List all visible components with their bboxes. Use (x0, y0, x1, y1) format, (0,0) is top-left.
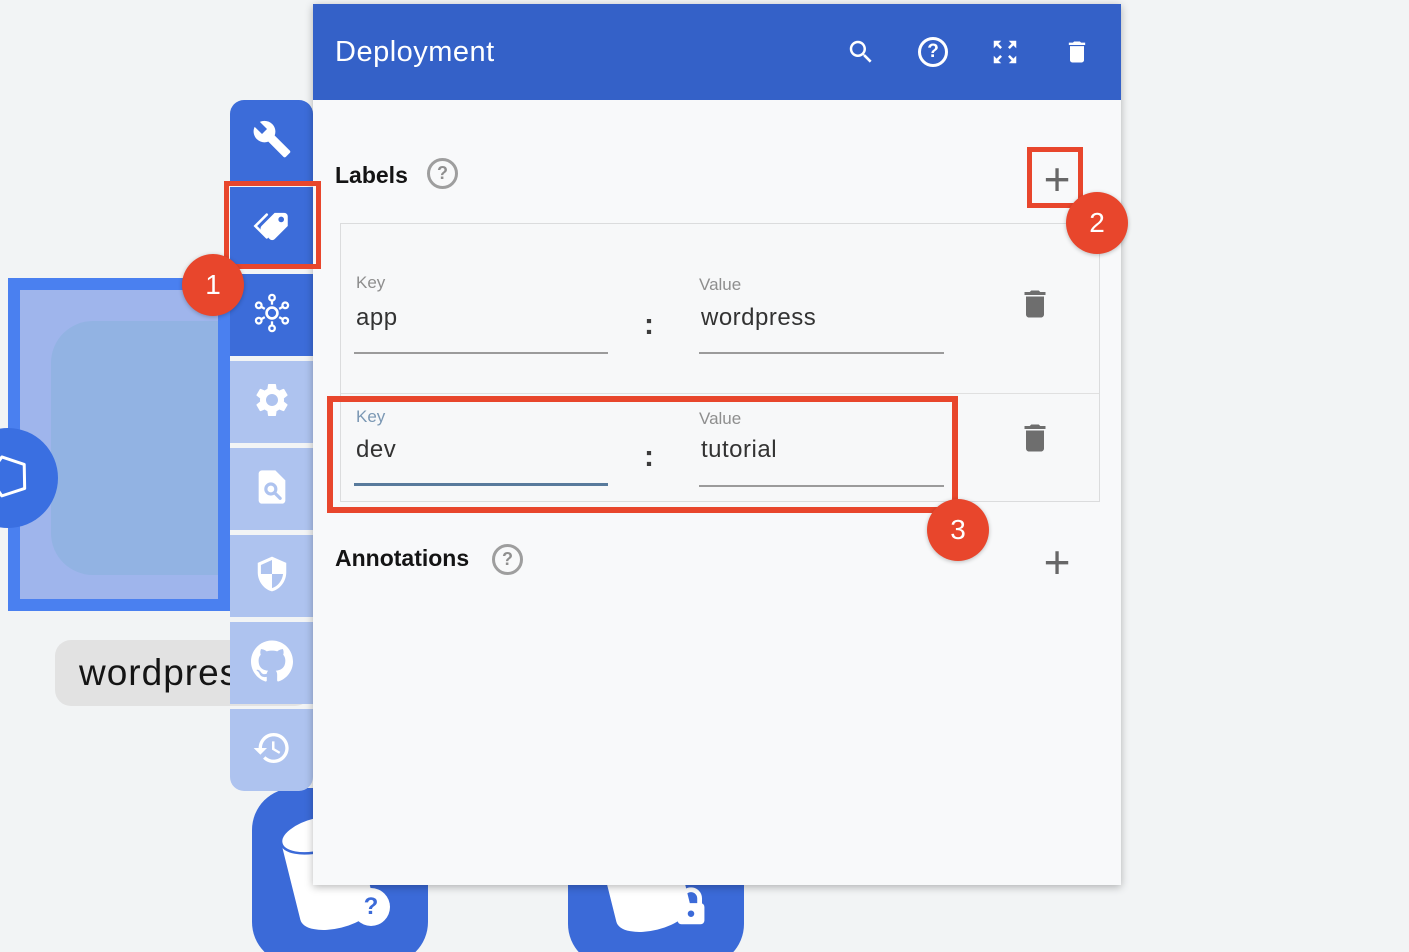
panel-header: Deployment ? (313, 4, 1121, 100)
value-underline (699, 352, 944, 354)
wrench-icon (252, 119, 292, 164)
shield-icon (253, 555, 291, 598)
sidebar-item-github[interactable] (230, 622, 313, 704)
add-annotation-button[interactable]: + (1035, 540, 1079, 584)
delete-icon[interactable] (1061, 36, 1093, 68)
panel-header-tools: ? (845, 4, 1093, 100)
sidebar-item-inspect[interactable] (230, 448, 313, 530)
key-underline (354, 352, 608, 354)
deployment-node-body (51, 321, 230, 575)
sidebar-item-settings[interactable] (230, 361, 313, 443)
sidebar-item-tools[interactable] (230, 100, 313, 182)
row-divider (341, 393, 1099, 394)
key-input[interactable]: app (356, 304, 398, 332)
key-value-separator: : (644, 308, 654, 342)
question-badge-icon: ? (352, 888, 390, 926)
highlight-rect-label-row (327, 396, 958, 513)
app-canvas: wordpress ? (0, 0, 1409, 952)
pentagon-icon (0, 449, 35, 508)
value-input[interactable]: wordpress (701, 304, 816, 332)
step-badge-1: 1 (182, 254, 244, 316)
search-icon[interactable] (845, 36, 877, 68)
step-badge-3: 3 (927, 499, 989, 561)
annotations-help-icon[interactable]: ? (492, 544, 523, 575)
step-badge-2: 2 (1066, 192, 1128, 254)
help-glyph: ? (918, 37, 948, 67)
value-field-label: Value (699, 275, 741, 295)
panel-title: Deployment (335, 4, 495, 100)
delete-row-button[interactable] (1017, 420, 1053, 456)
history-icon (252, 728, 292, 773)
help-icon[interactable]: ? (917, 36, 949, 68)
hub-icon (251, 292, 293, 339)
document-search-icon (252, 467, 292, 512)
annotations-section-title: Annotations (335, 545, 469, 572)
fullscreen-icon[interactable] (989, 36, 1021, 68)
sidebar-item-security[interactable] (230, 535, 313, 617)
gear-icon (252, 380, 292, 425)
key-field-label: Key (356, 273, 385, 293)
lock-icon (668, 884, 714, 930)
delete-row-button[interactable] (1017, 286, 1053, 322)
highlight-rect-labels-tab (224, 181, 321, 269)
sidebar-item-history[interactable] (230, 709, 313, 791)
github-icon (251, 640, 293, 687)
highlight-rect-add-label (1027, 147, 1083, 208)
labels-section-title: Labels (335, 162, 408, 189)
labels-help-icon[interactable]: ? (427, 158, 458, 189)
